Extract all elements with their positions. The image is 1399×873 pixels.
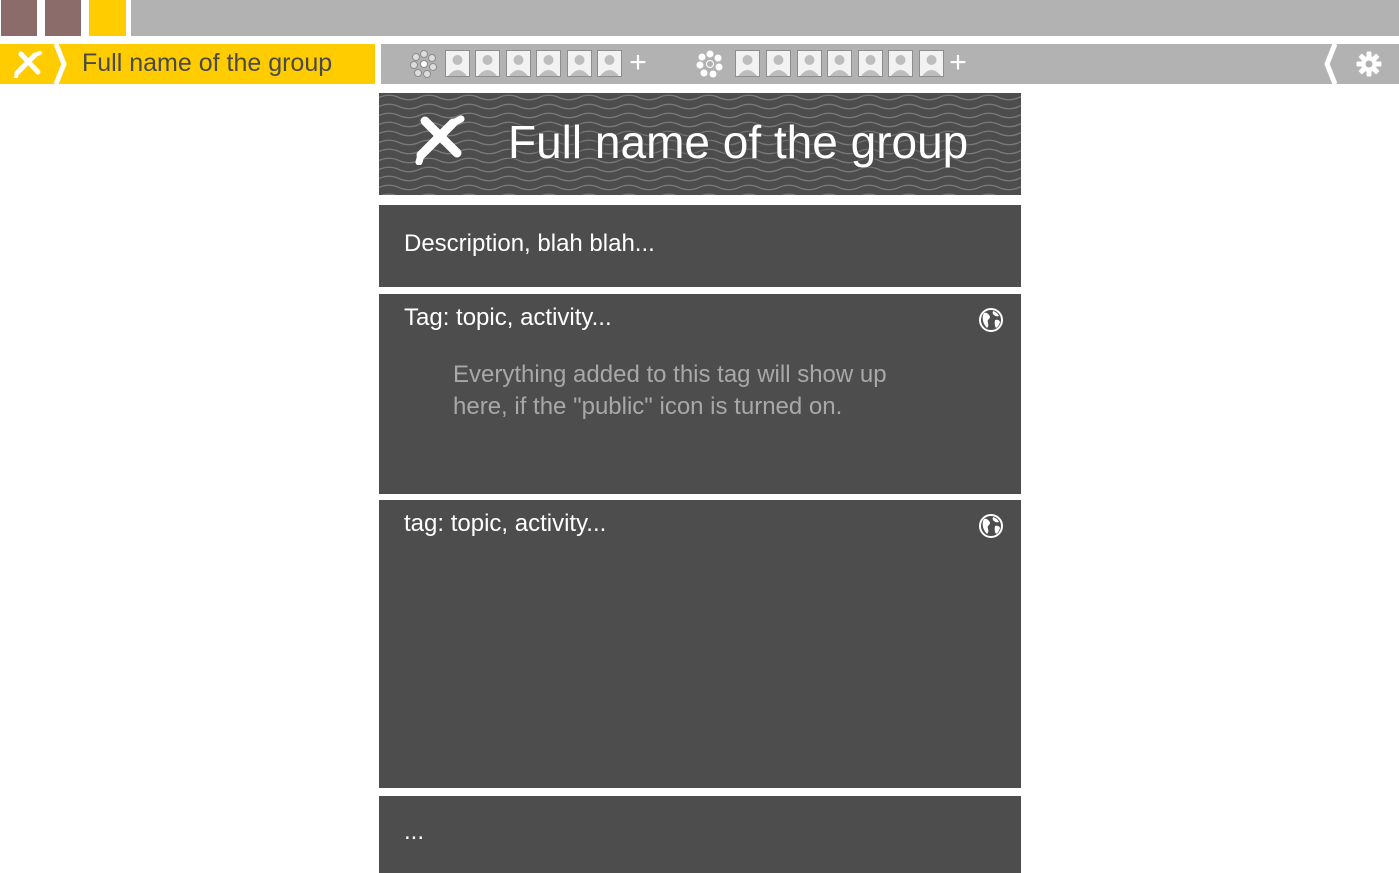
description-panel[interactable]: Description, blah blah... (379, 205, 1021, 287)
add-member-button[interactable]: + (948, 46, 968, 80)
group-header: Full name of the group (379, 93, 1021, 195)
member-cluster-icon[interactable] (695, 49, 725, 79)
tag-hint: Everything added to this tag will show u… (453, 359, 953, 423)
member-avatar[interactable] (735, 50, 760, 77)
member-avatar[interactable] (536, 50, 561, 77)
members-bar: + + (381, 44, 1399, 84)
chevron-right-icon (53, 44, 67, 84)
top-bar (131, 0, 1399, 36)
globe-icon[interactable] (978, 307, 1004, 333)
member-avatar[interactable] (766, 50, 791, 77)
group-nav-bar: Full name of the group + + (0, 44, 1399, 84)
tag-title: tag: topic, activity... (404, 510, 607, 537)
chevron-left-icon[interactable] (1319, 44, 1341, 84)
app-tile-2[interactable] (45, 0, 81, 36)
more-text: ... (404, 818, 425, 845)
member-avatar[interactable] (445, 50, 470, 77)
member-avatar[interactable] (506, 50, 531, 77)
gear-icon (1356, 51, 1382, 77)
add-member-button[interactable]: + (628, 46, 648, 80)
globe-icon[interactable] (978, 513, 1004, 539)
member-avatar[interactable] (597, 50, 622, 77)
description-text: Description, blah blah... (404, 230, 655, 257)
app-tile-1[interactable] (1, 0, 37, 36)
member-avatar[interactable] (827, 50, 852, 77)
tag-hint-line: here, if the "public" icon is turned on. (453, 393, 843, 420)
group-logo-icon (415, 115, 465, 165)
group-title: Full name of the group (508, 116, 969, 168)
more-panel[interactable]: ... (379, 796, 1021, 873)
settings-button[interactable] (1341, 44, 1399, 84)
member-avatar[interactable] (888, 50, 913, 77)
tag-panel[interactable]: Tag: topic, activity... Everything added… (379, 294, 1021, 494)
group-chip-name: Full name of the group (82, 49, 333, 77)
tag-panel[interactable]: tag: topic, activity... (379, 500, 1021, 788)
member-avatar[interactable] (475, 50, 500, 77)
group-logo-icon (0, 44, 56, 84)
member-avatar[interactable] (858, 50, 883, 77)
app-tile-3[interactable] (89, 0, 126, 36)
member-avatar[interactable] (567, 50, 592, 77)
group-chip[interactable]: Full name of the group (0, 44, 375, 84)
tag-hint-line: Everything added to this tag will show u… (453, 361, 887, 388)
member-cluster-light-icon[interactable] (409, 49, 439, 79)
tag-title: Tag: topic, activity... (404, 304, 612, 331)
member-avatar[interactable] (797, 50, 822, 77)
top-strip (0, 0, 1399, 37)
member-avatar[interactable] (919, 50, 944, 77)
